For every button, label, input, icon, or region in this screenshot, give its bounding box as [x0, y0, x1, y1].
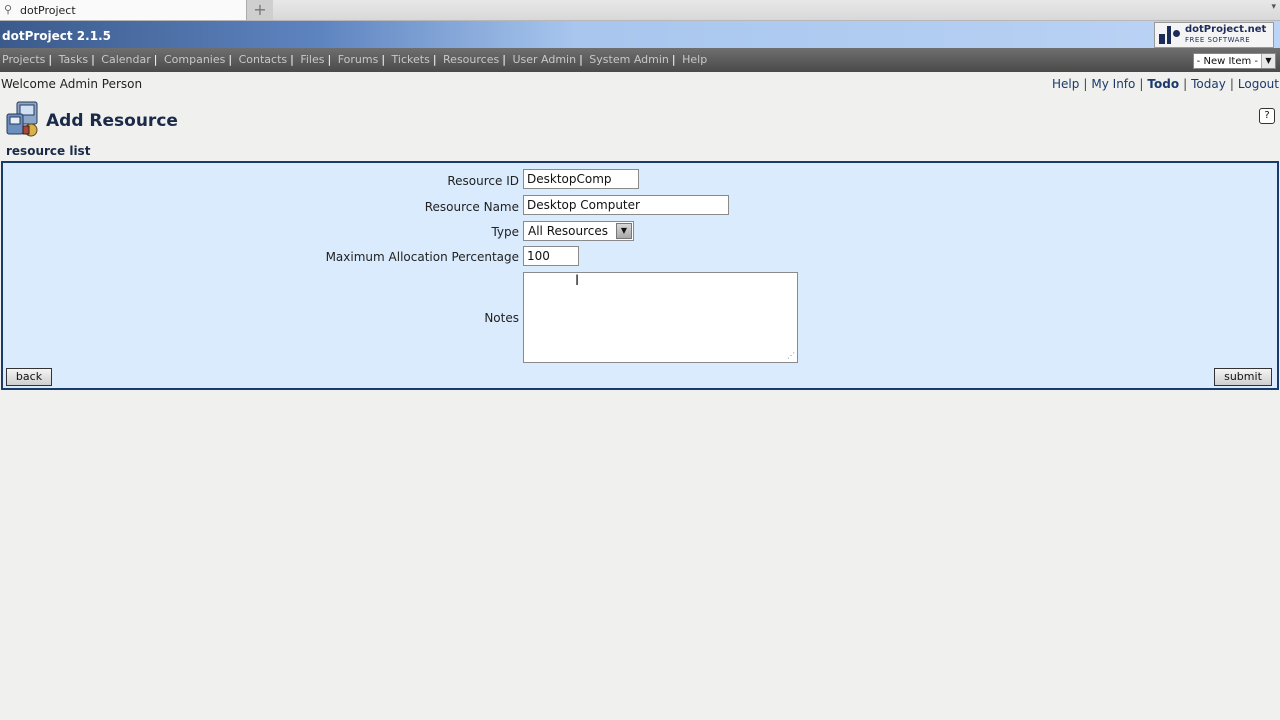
nav-item-files[interactable]: Files — [300, 53, 324, 66]
dotproject-logo-icon — [1159, 26, 1181, 44]
page-title: Add Resource — [46, 111, 178, 131]
user-menu-my-info[interactable]: My Info — [1091, 77, 1135, 91]
text-cursor-icon: I — [575, 273, 580, 289]
browser-tab-strip: ⚲ dotProject + ▾ — [0, 0, 1280, 21]
new-tab-button[interactable]: + — [247, 0, 273, 20]
resource-name-label: Resource Name — [424, 200, 519, 214]
app-header: dotProject 2.1.5 dotProject.net FREE SOF… — [0, 21, 1280, 48]
nav-item-tasks[interactable]: Tasks — [59, 53, 88, 66]
notes-label: Notes — [484, 311, 519, 325]
resource-name-input[interactable] — [523, 195, 729, 215]
nav-item-projects[interactable]: Projects — [2, 53, 45, 66]
add-resource-form: Resource ID Resource Name Type All Resou… — [1, 161, 1279, 390]
nav-item-contacts[interactable]: Contacts — [239, 53, 288, 66]
tab-favicon-icon: ⚲ — [4, 3, 13, 16]
chevron-down-icon: ▼ — [616, 223, 632, 239]
nav-item-forums[interactable]: Forums — [338, 53, 379, 66]
welcome-text: Welcome Admin Person — [1, 77, 143, 91]
help-icon[interactable]: ? — [1259, 108, 1275, 124]
resource-id-label: Resource ID — [447, 174, 519, 188]
tab-list-chevron-icon[interactable]: ▾ — [1271, 2, 1276, 12]
notes-textarea[interactable]: ⋰ — [523, 272, 798, 363]
logo-line1: dotProject.net — [1185, 24, 1267, 35]
app-title: dotProject 2.1.5 — [2, 29, 111, 43]
new-item-label: - New Item - — [1196, 55, 1258, 67]
type-select-value: All Resources — [528, 224, 608, 238]
main-nav: Projects | Tasks | Calendar | Companies | Co… — [0, 48, 1280, 72]
logo-line2: FREE SOFTWARE — [1185, 36, 1251, 44]
resources-module-icon — [3, 100, 43, 138]
nav-item-help[interactable]: Help — [682, 53, 707, 66]
tab-title: dotProject — [20, 3, 76, 17]
back-button[interactable]: back — [6, 368, 52, 386]
new-item-select[interactable]: - New Item - ▼ — [1192, 53, 1276, 69]
user-menu-today[interactable]: Today — [1191, 77, 1226, 91]
nav-links: Projects | Tasks | Calendar | Companies | Co… — [2, 53, 708, 66]
resize-grip-icon[interactable]: ⋰ — [787, 352, 795, 360]
nav-item-tickets[interactable]: Tickets — [392, 53, 430, 66]
user-menu-todo[interactable]: Todo — [1147, 77, 1179, 91]
user-menu-help[interactable]: Help — [1052, 77, 1079, 91]
chevron-down-icon: ▼ — [1261, 54, 1275, 68]
type-label: Type — [491, 225, 519, 239]
nav-item-companies[interactable]: Companies — [164, 53, 225, 66]
max-allocation-input[interactable] — [523, 246, 579, 266]
submit-button[interactable]: submit — [1214, 368, 1272, 386]
nav-item-system-admin[interactable]: System Admin — [589, 53, 669, 66]
type-select[interactable]: All Resources ▼ — [523, 221, 634, 241]
browser-tab[interactable]: ⚲ dotProject — [0, 0, 247, 20]
max-allocation-label: Maximum Allocation Percentage — [325, 250, 519, 264]
resource-id-input[interactable] — [523, 169, 639, 189]
user-menu-logout[interactable]: Logout — [1238, 77, 1279, 91]
nav-item-calendar[interactable]: Calendar — [101, 53, 150, 66]
dotproject-logo[interactable]: dotProject.net FREE SOFTWARE — [1154, 22, 1274, 48]
nav-item-user-admin[interactable]: User Admin — [512, 53, 576, 66]
user-menu: Help | My Info | Todo | Today | Logout — [1051, 77, 1279, 91]
breadcrumb-resource-list[interactable]: resource list — [6, 144, 90, 158]
nav-item-resources[interactable]: Resources — [443, 53, 499, 66]
